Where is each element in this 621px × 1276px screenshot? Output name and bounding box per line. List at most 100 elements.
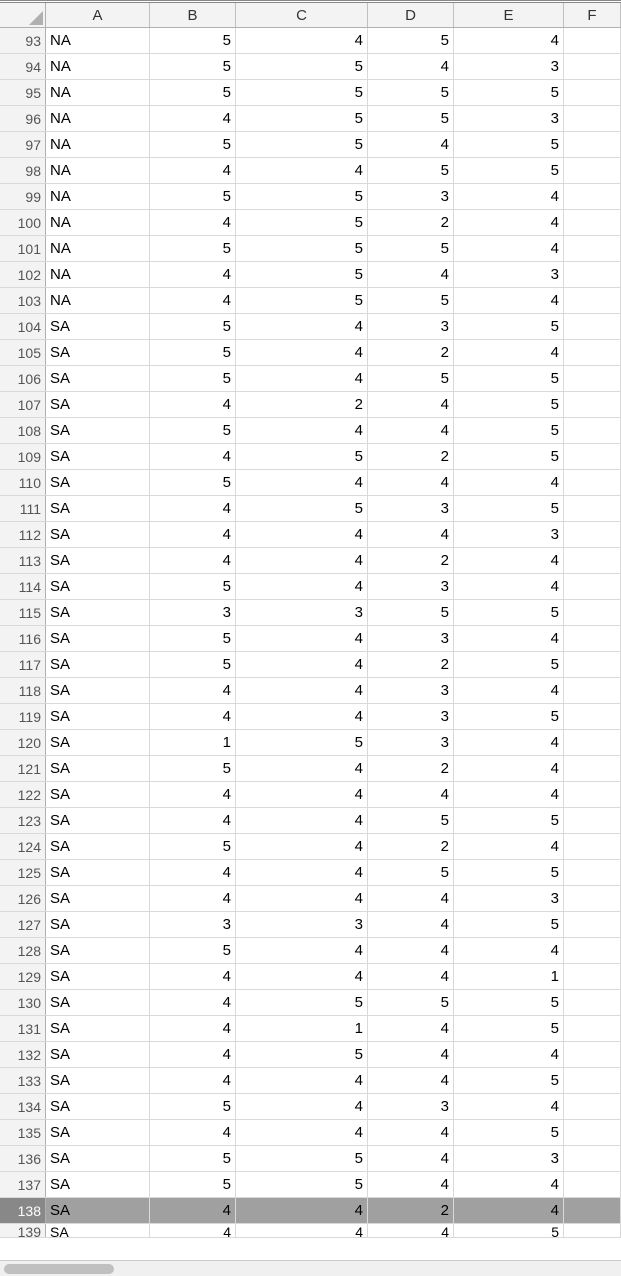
cell[interactable]: 4 bbox=[150, 808, 236, 833]
cell[interactable] bbox=[564, 600, 621, 625]
cell[interactable]: 4 bbox=[150, 964, 236, 989]
row-header[interactable]: 133 bbox=[0, 1068, 46, 1093]
cell[interactable]: 5 bbox=[454, 80, 564, 105]
cell[interactable]: SA bbox=[46, 704, 150, 729]
cell[interactable]: 4 bbox=[150, 288, 236, 313]
cell[interactable]: 3 bbox=[368, 184, 454, 209]
cell[interactable]: 4 bbox=[368, 470, 454, 495]
cell[interactable] bbox=[564, 1146, 621, 1171]
cell[interactable] bbox=[564, 522, 621, 547]
cell[interactable]: 4 bbox=[368, 912, 454, 937]
cell[interactable]: 5 bbox=[150, 132, 236, 157]
cell[interactable]: 5 bbox=[236, 444, 368, 469]
cell[interactable]: 5 bbox=[236, 132, 368, 157]
cell[interactable]: 4 bbox=[236, 756, 368, 781]
cell[interactable]: SA bbox=[46, 444, 150, 469]
cell[interactable]: 4 bbox=[150, 1042, 236, 1067]
cell[interactable]: 5 bbox=[454, 860, 564, 885]
row-header[interactable]: 123 bbox=[0, 808, 46, 833]
cell[interactable]: 5 bbox=[454, 158, 564, 183]
cell[interactable]: 4 bbox=[236, 522, 368, 547]
cell[interactable]: 5 bbox=[236, 1146, 368, 1171]
cell[interactable]: 5 bbox=[454, 392, 564, 417]
cell[interactable]: 1 bbox=[150, 730, 236, 755]
cell[interactable]: 4 bbox=[150, 678, 236, 703]
cell[interactable] bbox=[564, 80, 621, 105]
cell[interactable]: NA bbox=[46, 236, 150, 261]
cell[interactable]: 5 bbox=[454, 314, 564, 339]
cell[interactable] bbox=[564, 834, 621, 859]
cell[interactable]: 5 bbox=[368, 288, 454, 313]
cell[interactable]: NA bbox=[46, 80, 150, 105]
cell[interactable]: 5 bbox=[150, 54, 236, 79]
cell[interactable]: 3 bbox=[454, 106, 564, 131]
cell[interactable]: SA bbox=[46, 912, 150, 937]
cell[interactable]: 4 bbox=[150, 990, 236, 1015]
cell[interactable]: 4 bbox=[236, 340, 368, 365]
row-header[interactable]: 115 bbox=[0, 600, 46, 625]
cell[interactable]: 3 bbox=[454, 54, 564, 79]
cell[interactable]: 4 bbox=[150, 886, 236, 911]
cell[interactable]: 5 bbox=[368, 990, 454, 1015]
cell[interactable]: 4 bbox=[454, 184, 564, 209]
cell[interactable]: 4 bbox=[236, 28, 368, 53]
cell[interactable]: 4 bbox=[150, 392, 236, 417]
cell[interactable]: 5 bbox=[150, 28, 236, 53]
cell[interactable]: 4 bbox=[236, 704, 368, 729]
cell[interactable] bbox=[564, 1016, 621, 1041]
cell[interactable]: NA bbox=[46, 288, 150, 313]
cell[interactable] bbox=[564, 756, 621, 781]
cell[interactable]: SA bbox=[46, 522, 150, 547]
cell[interactable]: 5 bbox=[454, 808, 564, 833]
cell[interactable]: 4 bbox=[368, 54, 454, 79]
cell[interactable]: 4 bbox=[236, 652, 368, 677]
cell[interactable]: SA bbox=[46, 366, 150, 391]
cell[interactable] bbox=[564, 392, 621, 417]
cell[interactable]: 4 bbox=[150, 1016, 236, 1041]
cell[interactable] bbox=[564, 938, 621, 963]
cell[interactable]: 5 bbox=[150, 626, 236, 651]
cell[interactable]: 4 bbox=[236, 1094, 368, 1119]
row-header[interactable]: 107 bbox=[0, 392, 46, 417]
cell[interactable]: 4 bbox=[236, 1198, 368, 1223]
row-header[interactable]: 105 bbox=[0, 340, 46, 365]
row-header[interactable]: 124 bbox=[0, 834, 46, 859]
cell[interactable]: NA bbox=[46, 184, 150, 209]
column-header-E[interactable]: E bbox=[454, 3, 564, 27]
cell[interactable]: 5 bbox=[150, 938, 236, 963]
cell[interactable]: SA bbox=[46, 1198, 150, 1223]
column-header-F[interactable]: F bbox=[564, 3, 621, 27]
cell[interactable]: 4 bbox=[368, 1120, 454, 1145]
row-header[interactable]: 112 bbox=[0, 522, 46, 547]
cell[interactable]: 4 bbox=[368, 418, 454, 443]
cell[interactable]: 4 bbox=[454, 236, 564, 261]
row-header[interactable]: 127 bbox=[0, 912, 46, 937]
cell[interactable]: 4 bbox=[236, 574, 368, 599]
cell[interactable]: 5 bbox=[150, 236, 236, 261]
cell[interactable]: 4 bbox=[454, 782, 564, 807]
cell[interactable]: 4 bbox=[150, 158, 236, 183]
cell[interactable]: NA bbox=[46, 106, 150, 131]
cell[interactable]: 4 bbox=[236, 314, 368, 339]
cell[interactable]: 4 bbox=[368, 262, 454, 287]
cell[interactable]: 2 bbox=[368, 340, 454, 365]
cell[interactable] bbox=[564, 574, 621, 599]
cell[interactable]: 4 bbox=[150, 782, 236, 807]
cell[interactable]: 4 bbox=[454, 28, 564, 53]
row-header[interactable]: 139 bbox=[0, 1224, 46, 1237]
cell[interactable]: 4 bbox=[454, 938, 564, 963]
cell[interactable]: NA bbox=[46, 158, 150, 183]
row-header[interactable]: 93 bbox=[0, 28, 46, 53]
row-header[interactable]: 131 bbox=[0, 1016, 46, 1041]
cell[interactable]: 5 bbox=[368, 158, 454, 183]
horizontal-scrollbar[interactable] bbox=[0, 1260, 621, 1276]
row-header[interactable]: 135 bbox=[0, 1120, 46, 1145]
cell[interactable]: SA bbox=[46, 1068, 150, 1093]
cell[interactable]: 5 bbox=[236, 1172, 368, 1197]
cell[interactable]: 4 bbox=[454, 210, 564, 235]
cell[interactable]: 4 bbox=[368, 938, 454, 963]
cell[interactable]: 3 bbox=[368, 314, 454, 339]
row-header[interactable]: 120 bbox=[0, 730, 46, 755]
cell[interactable] bbox=[564, 990, 621, 1015]
row-header[interactable]: 108 bbox=[0, 418, 46, 443]
